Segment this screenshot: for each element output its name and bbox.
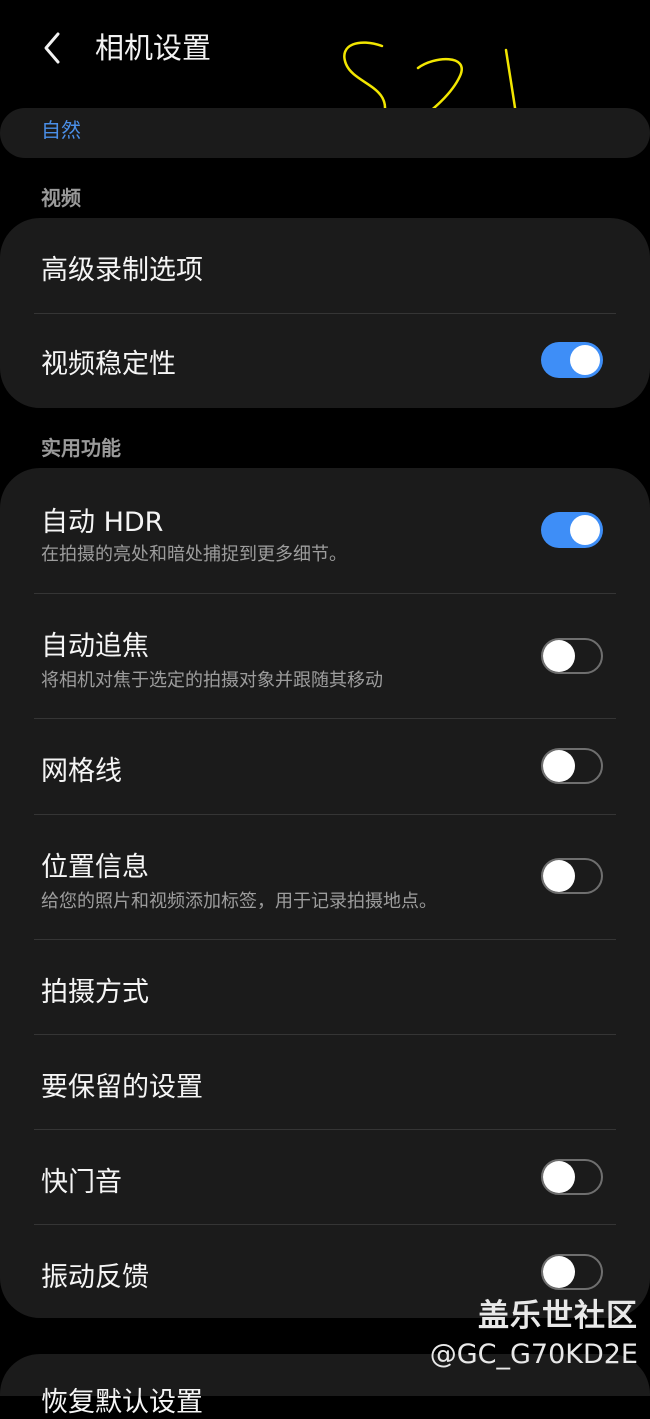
page-title: 相机设置 [95, 31, 212, 65]
auto-hdr-toggle[interactable] [541, 512, 603, 548]
tracking-autofocus-item[interactable]: 自动追焦 将相机对焦于选定的拍摄对象并跟随其移动 [0, 594, 650, 718]
vibration-feedback-toggle[interactable] [541, 1254, 603, 1290]
app-header: 相机设置 [0, 0, 650, 130]
settings-to-keep-item[interactable]: 要保留的设置 [0, 1035, 650, 1129]
shooting-methods-item[interactable]: 拍摄方式 [0, 940, 650, 1034]
item-title: 位置信息 [41, 852, 149, 883]
location-tags-item[interactable]: 位置信息 给您的照片和视频添加标签，用于记录拍摄地点。 [0, 815, 650, 939]
item-title: 振动反馈 [41, 1262, 149, 1293]
item-title: 网格线 [41, 756, 122, 787]
watermark-user: @GC_G70KD2E [429, 1339, 638, 1370]
video-stabilization-item[interactable]: 视频稳定性 [0, 314, 650, 408]
shutter-sound-toggle[interactable] [541, 1159, 603, 1195]
item-title: 拍摄方式 [41, 977, 149, 1008]
back-button[interactable] [36, 28, 72, 68]
item-title: 恢复默认设置 [41, 1387, 203, 1418]
picture-style-value: 自然 [41, 118, 81, 142]
tracking-autofocus-toggle[interactable] [541, 638, 603, 674]
watermark-site: 盖乐世社区 [478, 1298, 638, 1334]
item-subtitle: 在拍摄的亮处和暗处捕捉到更多细节。 [41, 544, 347, 565]
video-stabilization-toggle[interactable] [541, 342, 603, 378]
item-subtitle: 将相机对焦于选定的拍摄对象并跟随其移动 [41, 670, 383, 691]
toggle-knob [543, 640, 575, 672]
toggle-knob [570, 345, 600, 375]
item-title: 高级录制选项 [41, 255, 203, 286]
section-video-header: 视频 [41, 186, 81, 210]
watermark: 盖乐世社区 @GC_G70KD2E [420, 1290, 638, 1370]
toggle-knob [543, 1256, 575, 1288]
item-title: 自动追焦 [41, 631, 149, 662]
shutter-sound-item[interactable]: 快门音 [0, 1130, 650, 1224]
toggle-knob [543, 860, 575, 892]
section-utility-header: 实用功能 [41, 436, 121, 460]
item-subtitle: 给您的照片和视频添加标签，用于记录拍摄地点。 [41, 891, 437, 912]
picture-style-card[interactable]: 自然 [0, 108, 650, 158]
item-title: 自动 HDR [41, 507, 164, 538]
item-title: 快门音 [41, 1167, 122, 1198]
grid-lines-item[interactable]: 网格线 [0, 719, 650, 814]
location-tags-toggle[interactable] [541, 858, 603, 894]
utility-settings-card: 自动 HDR 在拍摄的亮处和暗处捕捉到更多细节。 自动追焦 将相机对焦于选定的拍… [0, 468, 650, 1318]
video-settings-card: 高级录制选项 视频稳定性 [0, 218, 650, 408]
toggle-knob [543, 1161, 575, 1193]
toggle-knob [543, 750, 575, 782]
item-title: 视频稳定性 [41, 349, 176, 380]
item-title: 要保留的设置 [41, 1072, 203, 1103]
auto-hdr-item[interactable]: 自动 HDR 在拍摄的亮处和暗处捕捉到更多细节。 [0, 468, 650, 593]
advanced-recording-options-item[interactable]: 高级录制选项 [0, 218, 650, 313]
grid-lines-toggle[interactable] [541, 748, 603, 784]
chevron-left-icon [44, 32, 60, 64]
toggle-knob [570, 515, 600, 545]
